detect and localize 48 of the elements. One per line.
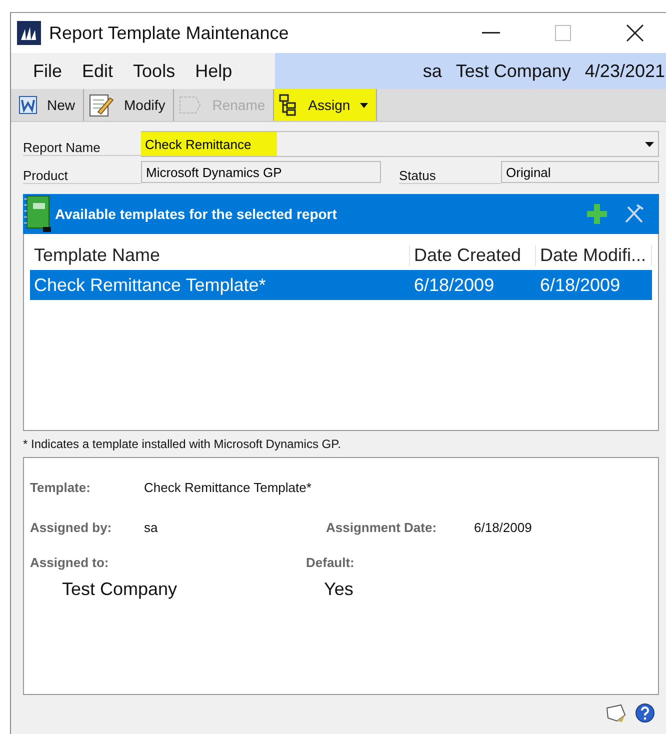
default-value: Yes [323,578,354,600]
hierarchy-icon [278,94,298,116]
column-header[interactable]: Date Modifi... [536,244,652,266]
templates-header-title: Available templates for the selected report [55,206,338,222]
menu-item[interactable]: Help [185,60,242,82]
product-label: Product [23,160,141,184]
close-icon[interactable] [626,24,644,42]
menu-item[interactable]: File [23,60,72,82]
assigned-by-label: Assigned by: [30,520,113,534]
status-label: Status [399,160,501,184]
column-header[interactable]: Template Name [30,244,410,266]
menu-item[interactable]: Tools [123,60,186,82]
app-logo-icon [17,21,41,45]
table-cell-text: 6/18/2009 [539,274,622,296]
assigned-by-value: sa [144,520,159,534]
table-cell-text: Check Remittance Template* [33,274,267,296]
session-date: 4/23/2021 [584,60,665,82]
note-icon[interactable] [605,704,627,722]
assigned-to-label: Assigned to: [30,554,110,570]
assigned-to-value: Test Company [61,578,178,600]
edit-document-icon [88,92,114,118]
table-cell-text: 6/18/2009 [413,274,496,296]
product-field: Microsoft Dynamics GP [141,161,381,183]
user-name: sa [422,60,442,82]
document-icon [19,96,37,114]
report-name-label: Report Name [23,132,141,156]
company-name: Test Company [456,60,571,82]
tools-icon[interactable] [623,203,645,225]
template-row[interactable]: Check Remittance Template* 6/18/2009 6/18/2009 [30,270,652,300]
template-label: Template: [30,480,92,494]
template-value: Check Remittance Template* [144,480,312,494]
window-title: Report Template Maintenance [49,22,290,44]
dropdown-arrow-icon [645,142,654,146]
menu-item[interactable]: Edit [72,60,124,82]
help-icon[interactable] [635,703,655,723]
assignment-date-label: Assignment Date: [325,520,438,534]
status-field: Original [501,161,659,183]
modify-button[interactable]: Modify [84,89,174,121]
notebook-icon [23,195,51,233]
minimize-icon[interactable] [482,32,500,34]
assign-button[interactable]: Assign [274,89,378,121]
caret-icon [360,102,368,108]
default-label: Default: [306,554,356,570]
report-name-dropdown[interactable]: Check Remittance [141,131,659,157]
footnote: * Indicates a template installed with Microsoft Dynamics GP. [23,437,342,451]
column-header[interactable]: Date Created [410,244,536,266]
assignment-date-value: 6/18/2009 [474,520,533,534]
new-button[interactable]: New [15,89,84,121]
